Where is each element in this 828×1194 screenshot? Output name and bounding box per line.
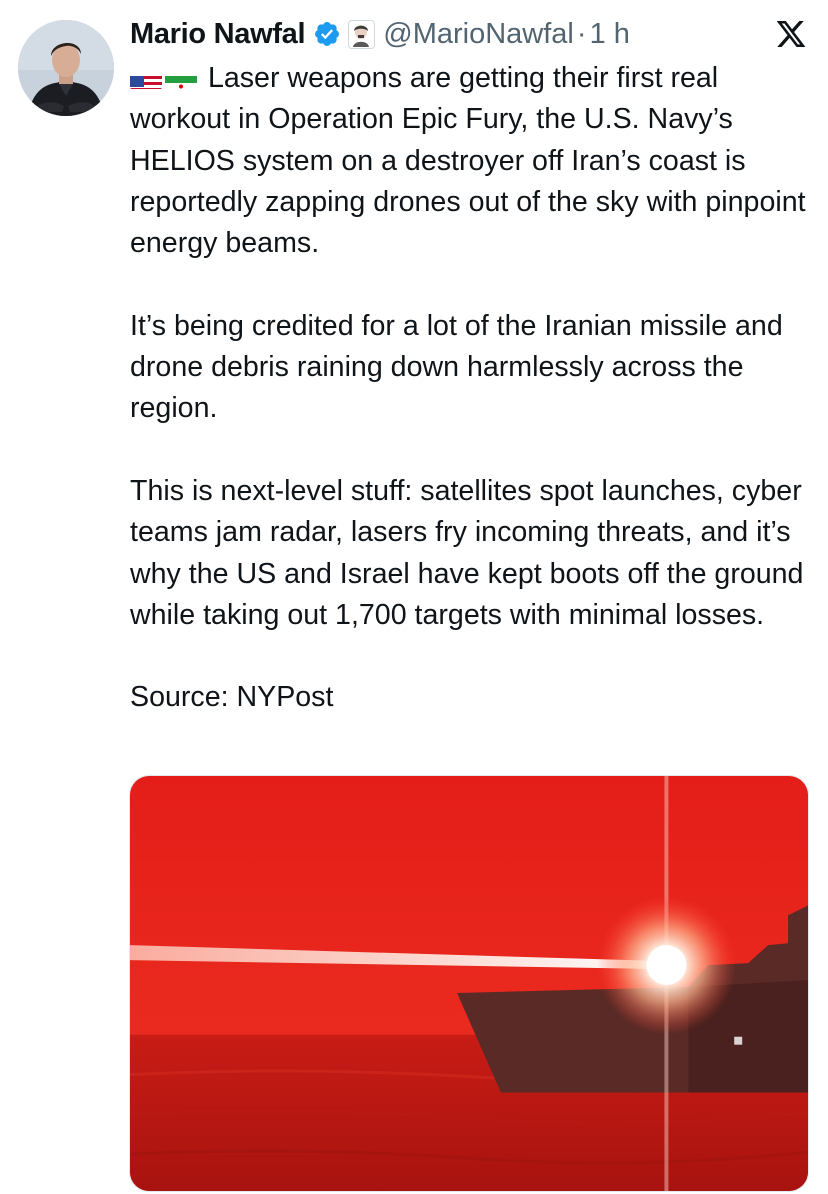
x-logo-icon[interactable] <box>774 18 808 50</box>
tweet-media-image[interactable] <box>129 775 809 1192</box>
tweet-paragraph-1: Laser weapons are getting their first re… <box>130 58 820 264</box>
avatar-image <box>18 20 114 116</box>
tweet-text: Laser weapons are getting their first re… <box>130 58 820 760</box>
iran-flag-icon <box>165 68 197 89</box>
tweet-source: Source: NYPost <box>130 681 334 714</box>
verified-badge-icon[interactable] <box>313 20 341 48</box>
separator-dot: · <box>576 17 587 50</box>
tweet[interactable]: Mario Nawfal @MarioNawfal · 1 h Laser we… <box>0 0 828 1194</box>
us-flag-icon <box>130 68 162 89</box>
author-handle[interactable]: @MarioNawfal <box>383 18 574 51</box>
tweet-paragraph-1-text: Laser weapons are getting their first re… <box>130 62 806 260</box>
laser-ship-photo <box>130 776 808 1191</box>
avatar[interactable] <box>18 20 114 116</box>
timestamp[interactable]: 1 h <box>590 18 630 51</box>
tweet-paragraph-3: This is next-level stuff: satellites spo… <box>130 474 804 631</box>
affiliate-badge-icon[interactable] <box>348 19 376 49</box>
tweet-paragraph-2: It’s being credited for a lot of the Ira… <box>130 309 783 425</box>
author-name[interactable]: Mario Nawfal <box>130 18 306 51</box>
tweet-header: Mario Nawfal @MarioNawfal · 1 h <box>130 14 630 54</box>
